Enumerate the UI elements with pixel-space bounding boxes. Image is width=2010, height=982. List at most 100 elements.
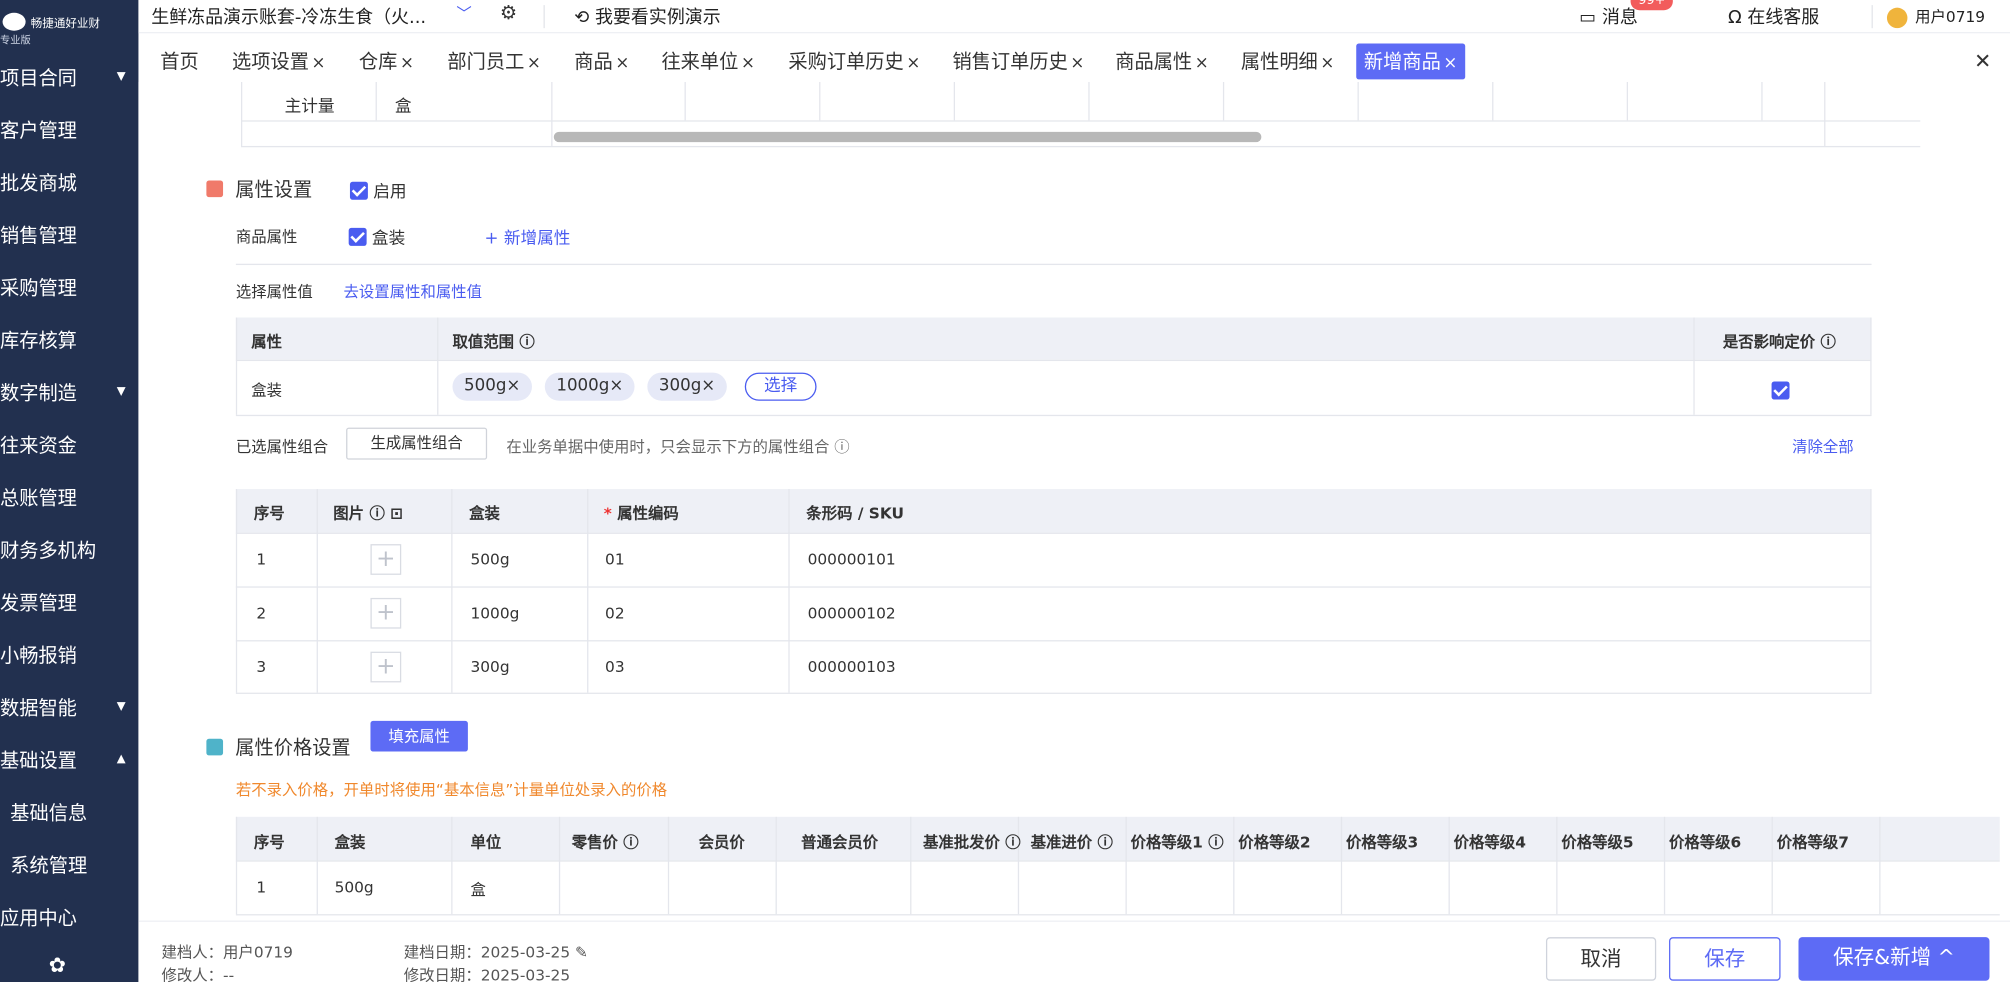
help-icon[interactable]: ⓘ	[369, 504, 384, 522]
chevron-up-icon[interactable]: ▲	[117, 753, 126, 766]
close-icon[interactable]: ×	[615, 54, 629, 73]
close-icon[interactable]: ×	[1070, 54, 1084, 73]
support-label: 在线客服	[1747, 7, 1820, 29]
sidebar-item[interactable]: 小畅报销	[0, 631, 138, 677]
tab-options[interactable]: 选项设置 ×	[232, 44, 325, 80]
chevron-down-icon[interactable]: ▼	[117, 700, 126, 713]
cancel-button[interactable]: 取消	[1545, 937, 1657, 981]
close-icon[interactable]: ×	[527, 54, 541, 73]
row-sku[interactable]: 000000102	[808, 604, 896, 622]
close-icon[interactable]: ×	[1443, 54, 1457, 73]
close-icon[interactable]: ×	[741, 54, 755, 73]
chevron-down-icon[interactable]: ▼	[117, 385, 126, 398]
tab-new-goods[interactable]: 新增商品 ×	[1356, 43, 1466, 80]
edit-icon[interactable]: ✎	[575, 944, 588, 962]
row-code[interactable]: 01	[605, 551, 625, 569]
sidebar-item[interactable]: 总账管理	[0, 474, 138, 520]
horizontal-scrollbar[interactable]	[553, 131, 1262, 143]
help-icon[interactable]: ⓘ	[618, 833, 638, 851]
attr-value-tag[interactable]: 500g×	[452, 372, 532, 401]
sidebar-item[interactable]: 财务多机构	[0, 526, 138, 572]
sidebar-item[interactable]: 发票管理	[0, 579, 138, 625]
save-button[interactable]: 保存	[1669, 937, 1781, 981]
tab-home[interactable]: 首页	[160, 44, 198, 80]
price-col-label: 单位	[470, 833, 502, 852]
modifier: 修改人：--	[161, 966, 235, 982]
gear-icon[interactable]: ⚙	[500, 1, 517, 24]
tab-purchase-history[interactable]: 采购订单历史 ×	[788, 44, 920, 80]
help-icon[interactable]: ⓘ	[1203, 833, 1223, 851]
row-code[interactable]: 03	[605, 658, 625, 676]
clear-all-link[interactable]: 清除全部	[1792, 435, 1854, 457]
tab-goods-attr[interactable]: 商品属性 ×	[1115, 44, 1208, 80]
sidebar-item[interactable]: 往来资金	[0, 421, 138, 467]
chevron-down-icon[interactable]: ﹀	[456, 3, 471, 25]
generate-combo-button[interactable]: 生成属性组合	[346, 427, 488, 460]
help-icon[interactable]: ⓘ	[519, 333, 534, 351]
table-line	[235, 586, 1872, 588]
tab-sales-history[interactable]: 销售订单历史 ×	[952, 44, 1084, 80]
tab-departments[interactable]: 部门员工 ×	[447, 44, 540, 80]
choose-button[interactable]: 选择	[744, 372, 817, 401]
user-menu[interactable]: 用户0719	[1886, 5, 1985, 28]
add-image-icon[interactable]: +	[370, 597, 402, 629]
sidebar-item-label: 销售管理	[0, 223, 77, 247]
sidebar-item-label: 往来资金	[0, 433, 77, 457]
table-line	[235, 860, 2000, 862]
close-icon[interactable]: ×	[400, 54, 414, 73]
price-col-label: 零售价	[571, 833, 618, 852]
close-all-icon[interactable]: ✕	[1974, 49, 1991, 73]
account-selector[interactable]: 生鲜冻品演示账套-冷冻生食（火...	[151, 4, 426, 30]
sidebar-item[interactable]: 应用中心	[0, 894, 138, 940]
close-icon[interactable]: ×	[1320, 54, 1334, 73]
sidebar-item[interactable]: 销售管理	[0, 211, 138, 257]
row-sku[interactable]: 000000101	[808, 551, 896, 569]
close-icon[interactable]: ×	[1195, 54, 1209, 73]
save-and-new-button[interactable]: 保存&新增 ^	[1798, 937, 1990, 981]
select-values-link[interactable]: 去设置属性和属性值	[344, 280, 482, 302]
close-icon[interactable]: ×	[312, 54, 326, 73]
close-icon[interactable]: ×	[906, 54, 920, 73]
help-icon[interactable]: ⓘ	[1821, 333, 1836, 351]
enable-checkbox[interactable]: 启用	[349, 178, 407, 203]
attr-value-tag[interactable]: 300g×	[647, 372, 727, 401]
sidebar-item[interactable]: 数字制造 ▼	[0, 369, 138, 415]
tab-warehouse[interactable]: 仓库 ×	[359, 44, 414, 80]
settings-gear-icon[interactable]: ✿	[49, 953, 66, 977]
row-code[interactable]: 02	[605, 604, 625, 622]
sidebar-item[interactable]: 库存核算	[0, 316, 138, 362]
help-icon[interactable]: ⓘ	[1000, 833, 1020, 851]
sidebar-item-label: 库存核算	[0, 328, 77, 352]
goods-attr-checkbox[interactable]: 盒装	[348, 224, 405, 248]
chevron-down-icon[interactable]: ▼	[117, 70, 126, 83]
sidebar-item[interactable]: 数据智能 ▼	[0, 684, 138, 730]
sidebar-item[interactable]: 基础设置 ▲	[0, 736, 138, 782]
affect-pricing-checkbox[interactable]	[1771, 378, 1790, 402]
sidebar-item-label: 应用中心	[0, 905, 77, 929]
help-icon[interactable]: ⓘ	[834, 438, 849, 456]
tab-attr-detail[interactable]: 属性明细 ×	[1241, 44, 1334, 80]
demo-link[interactable]: ⟲ 我要看实例演示	[574, 4, 720, 30]
sidebar-item[interactable]: 批发商城	[0, 159, 138, 205]
fill-attr-button[interactable]: 填充属性	[370, 720, 468, 752]
add-image-icon[interactable]: +	[370, 544, 402, 575]
table-line	[240, 81, 243, 146]
upload-icon[interactable]: ⊡	[390, 504, 403, 522]
sidebar-item[interactable]: 项目合同 ▼	[0, 54, 138, 100]
sidebar-item[interactable]: 基础信息	[0, 789, 138, 835]
support-button[interactable]: Ω 在线客服	[1728, 4, 1819, 30]
sidebar-item[interactable]: 客户管理	[0, 106, 138, 152]
add-image-icon[interactable]: +	[370, 651, 402, 683]
goods-attr-label: 商品属性	[235, 227, 298, 246]
help-icon[interactable]: ⓘ	[1092, 833, 1113, 851]
messages-button[interactable]: ▭ 消息	[1579, 4, 1638, 30]
tab-goods[interactable]: 商品 ×	[574, 44, 629, 80]
enable-label: 启用	[373, 183, 407, 203]
sidebar-item[interactable]: 采购管理	[0, 264, 138, 310]
tab-partners[interactable]: 往来单位 ×	[661, 44, 754, 80]
tab-bar: 首页 选项设置 × 仓库 × 部门员工 × 商品 × 往来单位 × 采购订单历史 × 销售订…	[138, 43, 2010, 82]
attr-value-tag[interactable]: 1000g×	[544, 372, 635, 401]
row-sku[interactable]: 000000103	[808, 658, 896, 676]
sidebar-item[interactable]: 系统管理	[0, 841, 138, 887]
add-attr-link[interactable]: + 新增属性	[485, 224, 571, 248]
